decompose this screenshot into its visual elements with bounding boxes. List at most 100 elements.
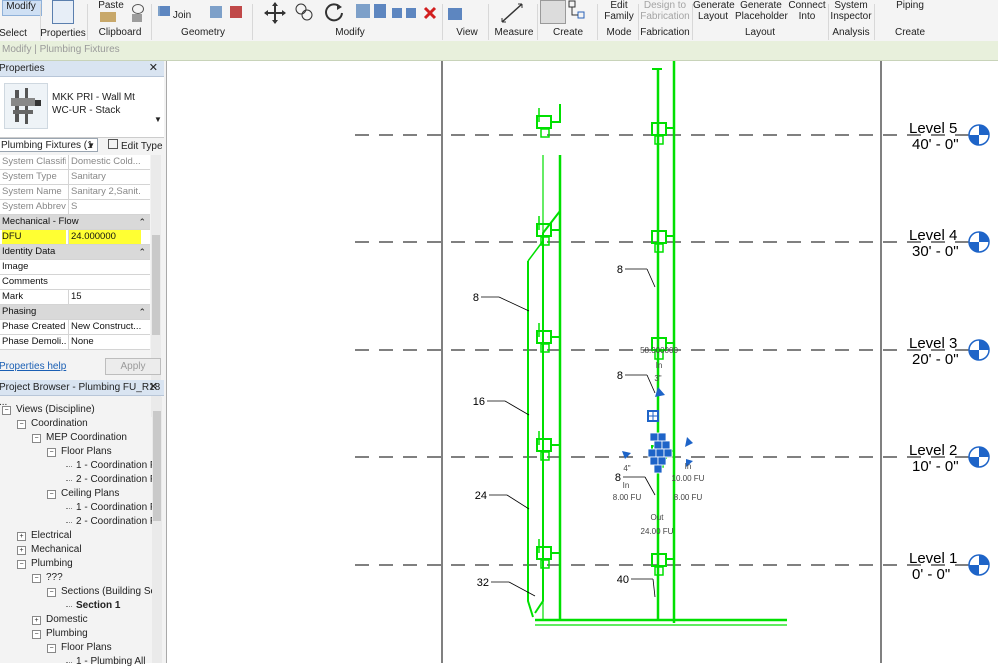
- property-value[interactable]: New Construct...: [68, 320, 141, 334]
- tree-item[interactable]: 2 - Coordination F: [76, 473, 156, 486]
- tree-item[interactable]: ???: [46, 571, 63, 584]
- property-row[interactable]: Phase Demoli... None: [0, 335, 150, 350]
- modify-button[interactable]: Modify: [2, 1, 40, 12]
- tree-item[interactable]: Plumbing: [46, 627, 88, 640]
- tree-item[interactable]: Ceiling Plans: [61, 487, 119, 500]
- tree-item[interactable]: 2 - Coordination F: [76, 515, 156, 528]
- generate-placeholder-button[interactable]: Generate Placeholder: [735, 0, 788, 22]
- collapse-icon[interactable]: −: [17, 560, 26, 569]
- property-value[interactable]: Sanitary: [68, 170, 141, 184]
- connect-into-button[interactable]: Connect Into: [788, 0, 826, 22]
- property-row[interactable]: Image: [0, 260, 150, 275]
- properties-help-link[interactable]: Properties help: [0, 361, 66, 372]
- property-value[interactable]: Domestic Cold...: [68, 155, 141, 169]
- property-section-header[interactable]: Mechanical - Flow ⌃: [0, 215, 150, 230]
- property-row[interactable]: System Type Sanitary: [0, 170, 150, 185]
- select-menu[interactable]: Select: [0, 28, 28, 39]
- property-value[interactable]: None: [68, 335, 141, 349]
- delete-icon[interactable]: [423, 6, 437, 20]
- project-browser-scrollbar[interactable]: [152, 397, 162, 663]
- collapse-icon[interactable]: ⌃: [138, 245, 146, 259]
- property-value[interactable]: Sanitary 2,Sanit...: [68, 185, 141, 199]
- property-row[interactable]: System Abbrevi...S: [0, 200, 150, 215]
- measure-icon[interactable]: [500, 2, 524, 24]
- expand-icon[interactable]: +: [17, 532, 26, 541]
- property-value[interactable]: 15: [68, 290, 141, 304]
- cut-icon[interactable]: [132, 4, 144, 14]
- close-icon[interactable]: ✕: [149, 61, 158, 76]
- create-assembly-icon[interactable]: [568, 0, 586, 22]
- tree-item[interactable]: Floor Plans: [61, 445, 112, 458]
- tree-item[interactable]: Electrical: [31, 529, 72, 542]
- tree-item[interactable]: Domestic: [46, 613, 88, 626]
- tree-item[interactable]: 1 - Coordination F: [76, 459, 156, 472]
- collapse-icon[interactable]: −: [32, 434, 41, 443]
- property-row[interactable]: System Classific...Domestic Cold...: [0, 155, 150, 170]
- tree-item[interactable]: Sections (Building Sec: [61, 585, 161, 598]
- property-value[interactable]: S: [68, 200, 141, 214]
- scrollbar-thumb[interactable]: [152, 235, 160, 335]
- expand-icon[interactable]: +: [17, 546, 26, 555]
- hide-element-icon[interactable]: [448, 8, 462, 20]
- collapse-icon[interactable]: −: [47, 644, 56, 653]
- chevron-down-icon[interactable]: ▼: [154, 115, 162, 124]
- property-section-header[interactable]: Phasing ⌃: [0, 305, 150, 320]
- collapse-icon[interactable]: ⌃: [138, 215, 146, 229]
- tree-item[interactable]: Floor Plans: [61, 641, 112, 654]
- edit-family-button[interactable]: Edit Family: [600, 0, 638, 22]
- collapse-icon[interactable]: −: [47, 448, 56, 457]
- paste-icon[interactable]: [100, 12, 116, 22]
- piping-system-button[interactable]: Piping: [885, 0, 935, 11]
- edit-type-button[interactable]: Edit Type: [108, 139, 163, 152]
- collapse-icon[interactable]: −: [32, 630, 41, 639]
- paste-button[interactable]: Paste: [96, 0, 126, 11]
- apply-button[interactable]: Apply: [105, 358, 161, 375]
- property-row[interactable]: System Name Sanitary 2,Sanit...: [0, 185, 150, 200]
- property-row[interactable]: Phase Created New Construct...: [0, 320, 150, 335]
- collapse-icon[interactable]: −: [17, 420, 26, 429]
- match-type-icon[interactable]: [132, 14, 142, 22]
- property-value[interactable]: 24.000000: [68, 230, 141, 244]
- property-row[interactable]: Mark 15: [0, 290, 150, 305]
- tree-item[interactable]: Coordination: [31, 417, 88, 430]
- instance-filter-dropdown[interactable]: Plumbing Fixtures (1 ▼: [0, 138, 98, 152]
- collapse-icon[interactable]: −: [2, 406, 11, 415]
- tree-item[interactable]: Views (Discipline): [16, 403, 95, 416]
- scrollbar-thumb[interactable]: [153, 411, 161, 521]
- expand-icon[interactable]: +: [32, 616, 41, 625]
- rotate-icon[interactable]: [323, 2, 345, 24]
- collapse-icon[interactable]: ⌃: [138, 305, 146, 319]
- trim-icon[interactable]: [356, 4, 370, 18]
- tree-item[interactable]: 1 - Plumbing All: [76, 655, 145, 668]
- tree-item[interactable]: Section 1: [76, 599, 120, 612]
- tree-item[interactable]: MEP Coordination: [46, 431, 127, 444]
- section-label: Phasing: [2, 306, 37, 317]
- property-section-header[interactable]: Identity Data ⌃: [0, 245, 150, 260]
- type-selector[interactable]: MKK PRI - Wall Mt WC-UR - Stack ▼: [0, 77, 164, 138]
- tree-item[interactable]: 1 - Coordination F: [76, 501, 156, 514]
- offset-icon[interactable]: [406, 8, 416, 18]
- join-button[interactable]: Join: [168, 10, 196, 21]
- properties-scrollbar[interactable]: [151, 155, 161, 417]
- move-icon[interactable]: [264, 2, 286, 24]
- collapse-icon[interactable]: −: [32, 574, 41, 583]
- system-inspector-button[interactable]: System Inspector: [829, 0, 873, 22]
- copy-icon[interactable]: [294, 2, 314, 22]
- properties-icon[interactable]: [52, 0, 74, 24]
- tree-item[interactable]: Mechanical: [31, 543, 82, 556]
- drawing-area[interactable]: Level 5 40' - 0" Level 4 30' - 0" Level 3 20'…: [167, 61, 998, 663]
- properties-button[interactable]: Properties: [40, 28, 86, 39]
- property-row[interactable]: Comments: [0, 275, 150, 290]
- create-similar-icon[interactable]: [540, 0, 566, 24]
- split-icon[interactable]: [374, 4, 386, 18]
- tree-item[interactable]: Plumbing: [31, 557, 73, 570]
- generate-layout-button[interactable]: Generate Layout: [693, 0, 735, 22]
- property-row[interactable]: DFU 24.000000: [0, 230, 150, 245]
- cut-geometry-icon[interactable]: [210, 6, 222, 18]
- collapse-icon[interactable]: −: [47, 588, 56, 597]
- close-icon[interactable]: ✕: [149, 380, 158, 395]
- collapse-icon[interactable]: −: [47, 490, 56, 499]
- paint-icon[interactable]: [230, 6, 242, 18]
- align-icon[interactable]: [392, 8, 402, 18]
- section-view[interactable]: Level 540' - 0" Level 430' - 0" Level 320'…: [167, 61, 998, 663]
